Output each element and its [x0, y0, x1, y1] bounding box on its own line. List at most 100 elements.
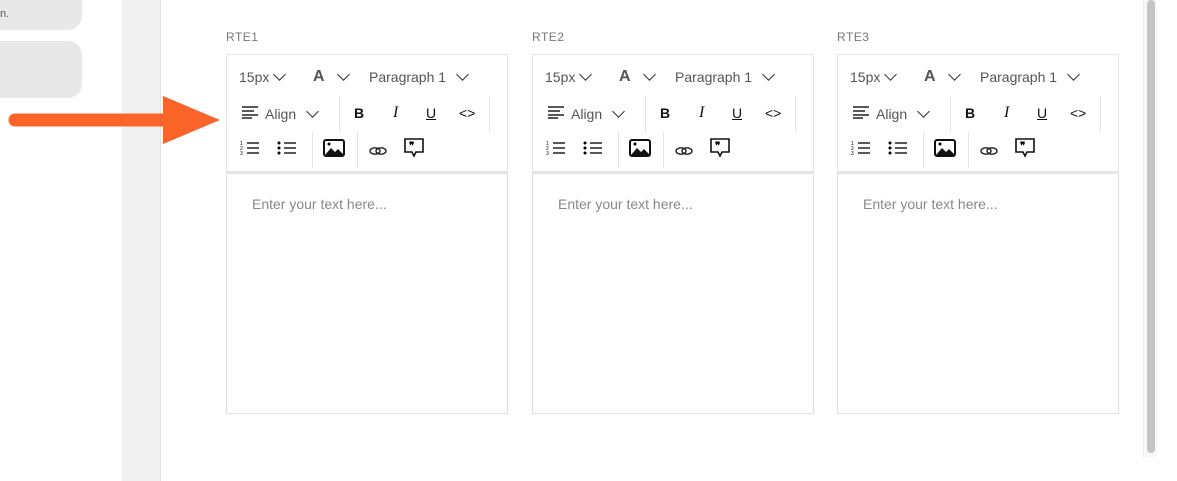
svg-text:❞: ❞: [715, 141, 720, 152]
quote-button[interactable]: ❞: [709, 137, 731, 162]
insert-link-button[interactable]: [369, 143, 387, 159]
ordered-list-button[interactable]: 123: [546, 140, 566, 159]
editor-text-area[interactable]: Enter your text here...: [226, 172, 508, 414]
chevron-down-icon: [642, 68, 656, 81]
svg-text:❞: ❞: [1020, 141, 1025, 152]
ordered-list-icon: 123: [546, 140, 566, 159]
bullet-list-icon: [277, 140, 297, 159]
editor-placeholder: Enter your text here...: [252, 196, 387, 212]
editor-label: RTE2: [532, 30, 565, 44]
font-size-dropdown[interactable]: 15px: [545, 68, 593, 85]
editor-toolbar: 15px A Paragraph 1 Align B I U <> 123 ❞: [532, 54, 814, 172]
rich-text-editor: RTE3 15px A Paragraph 1 Align B I U <> 1…: [837, 30, 1119, 414]
align-label: Align: [571, 105, 603, 122]
align-left-icon: [547, 105, 565, 122]
font-dropdown[interactable]: A: [313, 68, 350, 86]
arrow-annotation-icon: [8, 96, 220, 144]
font-size-dropdown[interactable]: 15px: [850, 68, 898, 85]
chevron-down-icon: [947, 68, 961, 81]
chevron-down-icon: [579, 68, 593, 81]
align-label: Align: [876, 105, 908, 122]
quote-button[interactable]: ❞: [1014, 137, 1036, 162]
image-icon: [629, 139, 651, 160]
underline-button[interactable]: U: [1037, 105, 1047, 121]
bold-button[interactable]: B: [660, 105, 670, 121]
svg-text:3: 3: [240, 151, 243, 156]
italic-button[interactable]: I: [699, 104, 704, 122]
block-style-dropdown[interactable]: Paragraph 1: [980, 68, 1080, 85]
quote-icon: ❞: [709, 137, 731, 162]
link-icon: [675, 143, 693, 159]
underline-button[interactable]: U: [732, 105, 742, 121]
code-button[interactable]: <>: [765, 105, 781, 121]
chevron-down-icon: [884, 68, 898, 81]
ordered-list-button[interactable]: 123: [240, 140, 260, 159]
editor-placeholder: Enter your text here...: [558, 196, 693, 212]
bullet-list-button[interactable]: [888, 140, 908, 159]
ordered-list-icon: 123: [240, 140, 260, 159]
scrollbar-thumb[interactable]: [1147, 0, 1155, 453]
block-style-dropdown[interactable]: Paragraph 1: [369, 68, 469, 85]
svg-text:3: 3: [851, 151, 854, 156]
bullet-list-button[interactable]: [583, 140, 603, 159]
bold-button[interactable]: B: [354, 105, 364, 121]
quote-icon: ❞: [1014, 137, 1036, 162]
chevron-down-icon: [273, 68, 287, 81]
font-size-value: 15px: [850, 69, 881, 85]
block-style-value: Paragraph 1: [369, 69, 447, 85]
align-dropdown[interactable]: Align: [241, 104, 320, 122]
italic-button[interactable]: I: [1004, 104, 1009, 122]
quote-icon: ❞: [403, 137, 425, 162]
link-icon: [369, 143, 387, 159]
editor-label: RTE3: [837, 30, 870, 44]
ordered-list-icon: 123: [851, 140, 871, 159]
rich-text-editor: RTE2 15px A Paragraph 1 Align B I U <> 1…: [532, 30, 814, 414]
chevron-down-icon: [336, 68, 350, 81]
bold-button[interactable]: B: [965, 105, 975, 121]
chevron-down-icon: [306, 104, 320, 118]
chevron-down-icon: [1067, 68, 1080, 81]
underline-button[interactable]: U: [426, 105, 436, 121]
code-button[interactable]: <>: [1070, 105, 1086, 121]
font-icon: A: [924, 68, 936, 85]
block-style-value: Paragraph 1: [980, 69, 1058, 85]
insert-image-button[interactable]: [629, 139, 651, 160]
font-size-dropdown[interactable]: 15px: [239, 68, 287, 85]
svg-text:3: 3: [546, 151, 549, 156]
align-dropdown[interactable]: Align: [547, 104, 626, 122]
italic-button[interactable]: I: [393, 104, 398, 122]
font-dropdown[interactable]: A: [619, 68, 656, 86]
editor-placeholder: Enter your text here...: [863, 196, 998, 212]
bullet-list-button[interactable]: [277, 140, 297, 159]
bullet-list-icon: [583, 140, 603, 159]
block-style-dropdown[interactable]: Paragraph 1: [675, 68, 775, 85]
font-icon: A: [619, 68, 631, 85]
chevron-down-icon: [612, 104, 626, 118]
rich-text-editor: RTE1 15px A Paragraph 1 Align B I U <> 1…: [226, 30, 508, 414]
ordered-list-button[interactable]: 123: [851, 140, 871, 159]
svg-text:❞: ❞: [409, 141, 414, 152]
editor-label: RTE1: [226, 30, 259, 44]
link-icon: [980, 143, 998, 159]
editor-text-area[interactable]: Enter your text here...: [532, 172, 814, 414]
editor-toolbar: 15px A Paragraph 1 Align B I U <> 123 ❞: [837, 54, 1119, 172]
align-left-icon: [852, 105, 870, 122]
font-dropdown[interactable]: A: [924, 68, 961, 86]
chevron-down-icon: [917, 104, 931, 118]
insert-image-button[interactable]: [934, 139, 956, 160]
editor-text-area[interactable]: Enter your text here...: [837, 172, 1119, 414]
font-size-value: 15px: [545, 69, 576, 85]
insert-link-button[interactable]: [675, 143, 693, 159]
image-icon: [934, 139, 956, 160]
font-icon: A: [313, 68, 325, 85]
align-dropdown[interactable]: Align: [852, 104, 931, 122]
insert-link-button[interactable]: [980, 143, 998, 159]
insert-image-button[interactable]: [323, 139, 345, 160]
bullet-list-icon: [888, 140, 908, 159]
scrollbar[interactable]: [1143, 0, 1157, 457]
align-left-icon: [241, 105, 259, 122]
block-style-value: Paragraph 1: [675, 69, 753, 85]
code-button[interactable]: <>: [459, 105, 475, 121]
font-size-value: 15px: [239, 69, 270, 85]
quote-button[interactable]: ❞: [403, 137, 425, 162]
